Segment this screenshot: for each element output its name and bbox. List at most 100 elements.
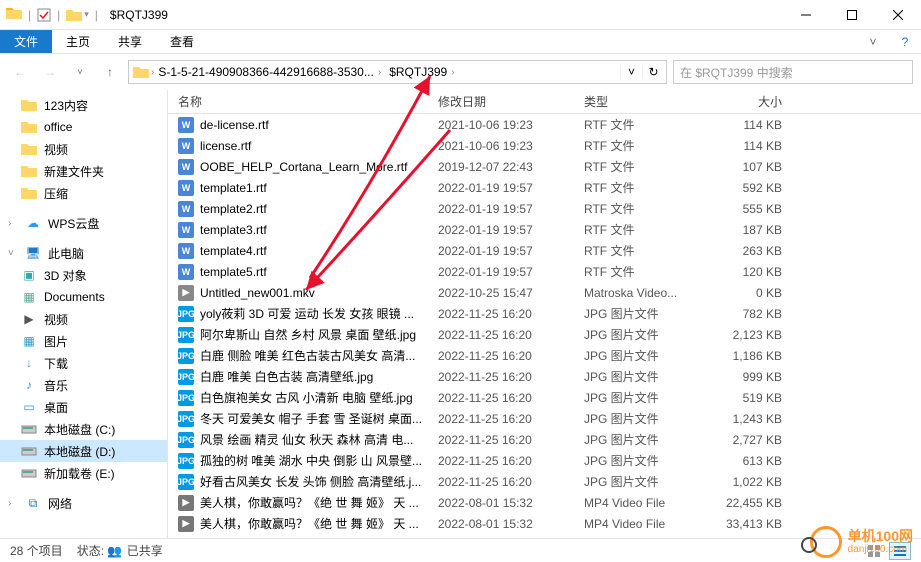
table-row[interactable]: ▶美人棋，你敢赢吗？《绝 世 舞 姬》 天 ...2022-08-01 15:3… (168, 513, 921, 534)
file-icon: JPG (178, 432, 194, 448)
back-button[interactable]: ← (8, 60, 32, 84)
tree-label: 本地磁盘 (D:) (44, 443, 115, 460)
address-bar[interactable]: › S-1-5-21-490908366-442916688-3530...› … (128, 60, 667, 84)
table-row[interactable]: JPG风景 绘画 精灵 仙女 秋天 森林 高清 电...2022-11-25 1… (168, 429, 921, 450)
table-row[interactable]: JPG孤独的树 唯美 湖水 中央 倒影 山 风景壁...2022-11-25 1… (168, 450, 921, 471)
col-type[interactable]: 类型 (574, 93, 702, 110)
table-row[interactable]: JPG白色旗袍美女 古风 小清新 电脑 壁纸.jpg2022-11-25 16:… (168, 387, 921, 408)
watermark: 单机100网 danji100.com (810, 526, 913, 558)
sidebar-item[interactable]: ↓下载 (0, 352, 167, 374)
table-row[interactable]: Wlicense.rtf2021-10-06 19:23RTF 文件114 KB (168, 135, 921, 156)
search-input[interactable]: 在 $RQTJ399 中搜索 (673, 60, 913, 84)
close-button[interactable] (875, 0, 921, 30)
maximize-button[interactable] (829, 0, 875, 30)
sidebar-item[interactable]: office (0, 116, 167, 138)
tab-share[interactable]: 共享 (104, 30, 156, 53)
sidebar-item[interactable]: ˅🖥此电脑 (0, 242, 167, 264)
breadcrumb-segment[interactable]: S-1-5-21-490908366-442916688-3530...› (154, 61, 385, 83)
table-row[interactable]: WOOBE_HELP_Cortana_Learn_More.rtf2019-12… (168, 156, 921, 177)
sidebar-item[interactable]: 压缩 (0, 182, 167, 204)
ribbon-expand-icon[interactable]: ˅ (857, 30, 889, 53)
sidebar-item[interactable]: ›☁WPS云盘 (0, 212, 167, 234)
sidebar-item[interactable]: 123内容 (0, 94, 167, 116)
tree-label: 压缩 (44, 185, 68, 202)
tree-label: 此电脑 (48, 245, 84, 262)
minimize-button[interactable] (783, 0, 829, 30)
recent-dropdown[interactable]: ˅ (68, 60, 92, 84)
file-name: 风景 绘画 精灵 仙女 秋天 森林 高清 电... (200, 431, 413, 448)
table-row[interactable]: Wtemplate1.rtf2022-01-19 19:57RTF 文件592 … (168, 177, 921, 198)
table-row[interactable]: Wde-license.rtf2021-10-06 19:23RTF 文件114… (168, 114, 921, 135)
address-dropdown-icon[interactable]: ˅ (620, 65, 642, 79)
table-row[interactable]: JPG好看古风美女 长发 头饰 侧脸 高清壁纸.j...2022-11-25 1… (168, 471, 921, 492)
file-name: 孤独的树 唯美 湖水 中央 倒影 山 风景壁... (200, 452, 422, 469)
dropdown-icon[interactable]: ▾ (84, 9, 89, 20)
file-date: 2022-11-25 16:20 (428, 370, 574, 384)
file-size: 22,455 KB (702, 496, 792, 510)
tab-view[interactable]: 查看 (156, 30, 208, 53)
tab-file[interactable]: 文件 (0, 30, 52, 53)
up-button[interactable]: ↑ (98, 60, 122, 84)
item-count: 28 个项目 (10, 542, 63, 559)
table-row[interactable]: JPG白鹿 唯美 白色古装 高清壁纸.jpg2022-11-25 16:20JP… (168, 366, 921, 387)
file-name: 白色旗袍美女 古风 小清新 电脑 壁纸.jpg (200, 389, 413, 406)
table-row[interactable]: JPG阿尔卑斯山 自然 乡村 风景 桌面 壁纸.jpg2022-11-25 16… (168, 324, 921, 345)
file-date: 2022-01-19 19:57 (428, 223, 574, 237)
help-icon[interactable]: ? (889, 30, 921, 53)
sidebar-item[interactable]: 本地磁盘 (D:) (0, 440, 167, 462)
sidebar-item[interactable]: 本地磁盘 (C:) (0, 418, 167, 440)
checkbox-icon[interactable] (37, 8, 51, 22)
sidebar-item[interactable]: ▭桌面 (0, 396, 167, 418)
col-date[interactable]: 修改日期 (428, 93, 574, 110)
table-row[interactable]: JPG冬天 可爱美女 帽子 手套 雪 圣诞树 桌面...2022-11-25 1… (168, 408, 921, 429)
file-name: template3.rtf (200, 223, 267, 237)
file-date: 2022-11-25 16:20 (428, 391, 574, 405)
col-size[interactable]: 大小 (702, 93, 792, 110)
tree-icon: 🖥 (24, 246, 42, 260)
sidebar-item[interactable]: ▦图片 (0, 330, 167, 352)
refresh-button[interactable]: ↻ (642, 65, 664, 79)
file-icon: JPG (178, 327, 194, 343)
col-name[interactable]: 名称 (168, 93, 428, 110)
file-date: 2021-10-06 19:23 (428, 139, 574, 153)
breadcrumb-segment[interactable]: $RQTJ399› (385, 61, 458, 83)
table-row[interactable]: Wtemplate2.rtf2022-01-19 19:57RTF 文件555 … (168, 198, 921, 219)
file-size: 1,243 KB (702, 412, 792, 426)
table-row[interactable]: Wtemplate4.rtf2022-01-19 19:57RTF 文件263 … (168, 240, 921, 261)
file-icon: W (178, 201, 194, 217)
tree-icon (20, 422, 38, 436)
file-size: 187 KB (702, 223, 792, 237)
sidebar-item[interactable]: 新加载卷 (E:) (0, 462, 167, 484)
table-row[interactable]: JPGyoly莜莉 3D 可爱 运动 长发 女孩 眼镜 ...2022-11-2… (168, 303, 921, 324)
sidebar-item[interactable]: ▶视频 (0, 308, 167, 330)
file-size: 120 KB (702, 265, 792, 279)
table-row[interactable]: Wtemplate5.rtf2022-01-19 19:57RTF 文件120 … (168, 261, 921, 282)
sidebar-item[interactable]: ›⧉网络 (0, 492, 167, 514)
file-date: 2022-11-25 16:20 (428, 328, 574, 342)
file-size: 592 KB (702, 181, 792, 195)
tree-label: 3D 对象 (44, 267, 87, 284)
table-row[interactable]: JPG白鹿 侧脸 唯美 红色古装古风美女 高清...2022-11-25 16:… (168, 345, 921, 366)
sidebar-item[interactable]: ▣3D 对象 (0, 264, 167, 286)
file-size: 263 KB (702, 244, 792, 258)
file-type: JPG 图片文件 (574, 368, 702, 385)
tab-home[interactable]: 主页 (52, 30, 104, 53)
sidebar-item[interactable]: ♪音乐 (0, 374, 167, 396)
table-row[interactable]: ▶美人棋，你敢赢吗？《绝 世 舞 姬》 天 ...2022-08-01 15:3… (168, 492, 921, 513)
file-date: 2022-11-25 16:20 (428, 349, 574, 363)
sidebar: 123内容office视频新建文件夹压缩›☁WPS云盘˅🖥此电脑▣3D 对象▦D… (0, 90, 168, 538)
file-date: 2022-08-01 15:32 (428, 496, 574, 510)
file-type: JPG 图片文件 (574, 347, 702, 364)
sidebar-item[interactable]: ▦Documents (0, 286, 167, 308)
tree-icon (20, 164, 38, 178)
tree-label: 图片 (44, 333, 68, 350)
file-date: 2022-01-19 19:57 (428, 202, 574, 216)
forward-button[interactable]: → (38, 60, 62, 84)
table-row[interactable]: Wtemplate3.rtf2022-01-19 19:57RTF 文件187 … (168, 219, 921, 240)
folder-icon (66, 8, 82, 22)
sidebar-item[interactable]: 视频 (0, 138, 167, 160)
sidebar-item[interactable]: 新建文件夹 (0, 160, 167, 182)
file-name: OOBE_HELP_Cortana_Learn_More.rtf (200, 160, 407, 174)
file-size: 555 KB (702, 202, 792, 216)
table-row[interactable]: ▶Untitled_new001.mkv2022-10-25 15:47Matr… (168, 282, 921, 303)
